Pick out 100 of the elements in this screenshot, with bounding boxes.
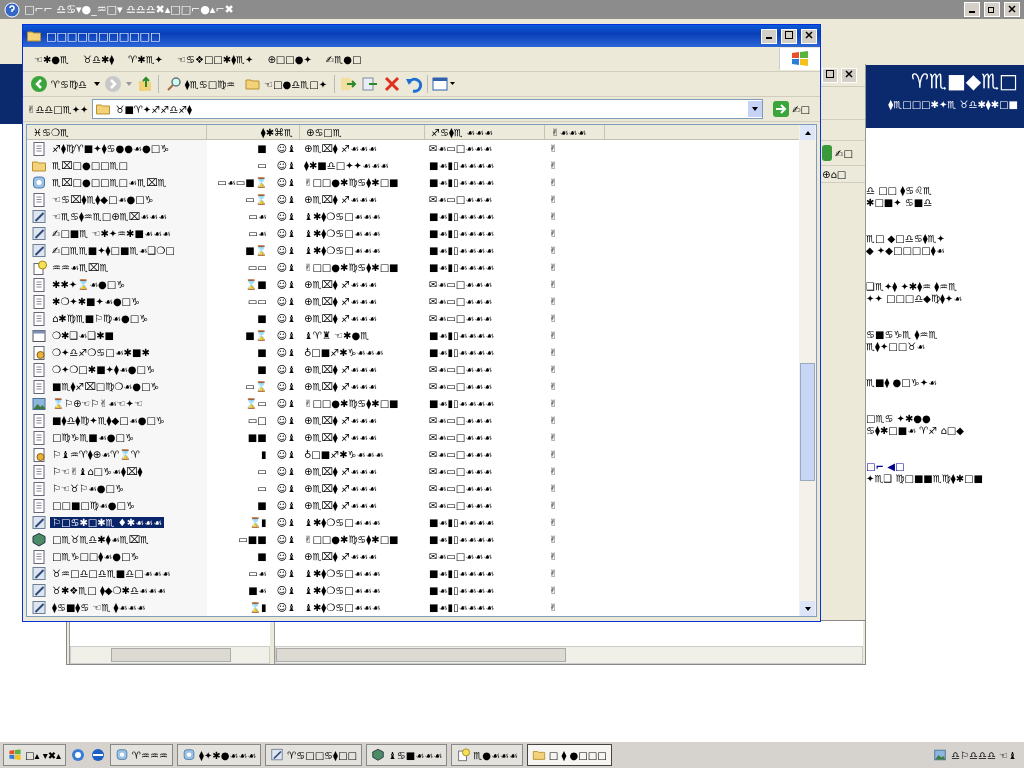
size-unit: ☺♝ bbox=[276, 143, 296, 154]
file-size: ▭ bbox=[257, 160, 267, 171]
taskbar-button[interactable]: ♏●☙☙☙ bbox=[451, 744, 523, 766]
windows-flag-icon bbox=[790, 50, 810, 68]
date-modified: ■☙▮▯☙☙☙☙ bbox=[429, 211, 495, 222]
close-button[interactable] bbox=[841, 67, 857, 83]
undo-icon[interactable] bbox=[405, 75, 423, 93]
size-unit: ☺♝ bbox=[276, 432, 296, 443]
menu-item[interactable]: ♈✱♏✦ bbox=[121, 51, 170, 67]
menu-item[interactable]: ✍♏●□ bbox=[318, 51, 369, 67]
menu-item[interactable]: ☜♋❖□□✱⧫♏✦ bbox=[170, 51, 261, 67]
caret-icon[interactable] bbox=[93, 82, 100, 86]
size-unit: ☺♝ bbox=[276, 262, 296, 273]
banner-title: ♈♏■◆♏□ bbox=[911, 69, 1018, 93]
date-modified: ✉☙▭□☙☙☙ bbox=[429, 364, 493, 375]
size-unit: ☺♝ bbox=[276, 279, 296, 290]
close-icon bbox=[845, 70, 853, 78]
menu-item[interactable]: ⊕□□●✦ bbox=[260, 51, 319, 67]
menu-item[interactable]: ☜✱●♏ bbox=[27, 51, 77, 67]
column-header[interactable]: ⧫✱⌘♏ bbox=[207, 125, 300, 139]
folders-button[interactable]: ☜□●♎♏□✦ bbox=[242, 75, 330, 93]
browser-icon[interactable] bbox=[70, 747, 87, 763]
minimize-button[interactable] bbox=[964, 2, 980, 17]
taskbar-button[interactable]: ♈♋□□♋⧫□□ bbox=[265, 744, 362, 766]
file-size: ▭☙▭■⌛ bbox=[217, 177, 267, 188]
attributes: ✌ bbox=[549, 313, 558, 324]
cube-icon bbox=[31, 531, 47, 548]
back-button[interactable]: ♈♋♍♎ bbox=[27, 74, 90, 94]
size-unit: ☺♝ bbox=[276, 551, 296, 562]
column-header[interactable]: ⊕♋□♏ bbox=[300, 125, 425, 139]
file-size: ▮ bbox=[261, 449, 267, 460]
scroll-up-icon bbox=[804, 130, 811, 135]
go-button[interactable]: ✍□ bbox=[767, 100, 816, 118]
paragraph: □♏♋ ✦✱●● ♋⧫✱□■☙ ♈♐ ⌂□◆ bbox=[866, 413, 965, 437]
address-field[interactable]: ♉■♈✦♐♐♎♐⧫ bbox=[92, 99, 764, 119]
start-button[interactable]: □▴ ▾✖▴ bbox=[3, 744, 67, 766]
close-button[interactable] bbox=[1004, 2, 1020, 17]
column-header[interactable]: ♐♋⧫♏ ☙☙☙ bbox=[425, 125, 545, 139]
views-icon[interactable] bbox=[432, 76, 456, 92]
dropdown-button[interactable] bbox=[748, 101, 763, 117]
file-type: ♝♈♜ ☜✱●♏ bbox=[304, 330, 370, 341]
paragraph: ❑♏✦⧫ ✦✱⧫♒ ⧫♒♏ ✦✦ □□□♎◆♍⧫✦☙ bbox=[866, 281, 964, 305]
column-header[interactable]: ✌☙☙☙ bbox=[545, 125, 605, 139]
folder-icon bbox=[245, 76, 262, 92]
date-modified: ✉☙▭□☙☙☙ bbox=[429, 381, 493, 392]
cube-icon bbox=[370, 748, 385, 762]
windows-flag-icon bbox=[8, 748, 22, 762]
size-unit: ☺♝ bbox=[276, 364, 296, 375]
browser-icon[interactable] bbox=[90, 747, 107, 763]
column-header[interactable]: ⊕⌂□ bbox=[822, 168, 847, 180]
pencil-icon bbox=[31, 582, 47, 599]
attributes: ✌ bbox=[549, 347, 558, 358]
file-size: ■ bbox=[257, 313, 267, 324]
close-button[interactable] bbox=[801, 28, 817, 44]
minimize-button[interactable] bbox=[761, 28, 777, 44]
date-modified: ■☙▮▯☙☙☙☙ bbox=[429, 160, 495, 171]
attributes: ✌ bbox=[549, 177, 558, 188]
maximize-button[interactable] bbox=[822, 67, 838, 83]
move-to-icon[interactable] bbox=[339, 75, 357, 93]
date-modified: ✉☙▭□☙☙☙ bbox=[429, 313, 493, 324]
file-size: ■ bbox=[257, 551, 267, 562]
maximize-button[interactable] bbox=[781, 28, 797, 44]
file-type: ⊕♏⌧⧫ ♐☙☙☙ bbox=[304, 296, 377, 307]
date-modified: ■☙▮▯☙☙☙☙ bbox=[429, 228, 495, 239]
date-modified: ■☙▮▯☙☙☙☙ bbox=[429, 585, 495, 596]
attributes: ✌ bbox=[549, 432, 558, 443]
size-unit: ☺♝ bbox=[276, 568, 296, 579]
file-type: ⊕♏⌧⧫ ♐☙☙☙ bbox=[304, 194, 377, 205]
file-size: ▭ bbox=[257, 466, 267, 477]
file-size: ▭▭ bbox=[247, 262, 267, 273]
file-name[interactable]: ⚐□♋✱□✱♏ ♦✱☙☙☙ bbox=[50, 517, 164, 528]
search-button[interactable]: ⧫♏♋□♍♒ bbox=[162, 75, 239, 93]
address-label: ✌♎♎□♏✦✦ bbox=[27, 103, 89, 115]
scrollbar[interactable] bbox=[799, 125, 816, 616]
restore-button[interactable] bbox=[984, 2, 1000, 17]
taskbar-button[interactable]: ⧫✦✱●☙☙☙ bbox=[176, 744, 262, 766]
date-modified: ■☙▮▯☙☙☙☙ bbox=[429, 330, 495, 341]
column-header[interactable]: ♓♋❍♏ bbox=[27, 125, 207, 139]
file-type: ♝✱⧫❍♋□☙☙☙ bbox=[304, 585, 381, 596]
taskbar-button[interactable]: ♈♒♒♒ bbox=[110, 744, 173, 766]
taskbar-button[interactable]: ♝♋■☙☙☙ bbox=[365, 744, 448, 766]
link[interactable]: □⌐ ◀□ bbox=[866, 461, 983, 473]
taskbar-button[interactable]: □ ⧫ ●□□□ bbox=[526, 744, 612, 766]
file-type: ♁□■♐✱♑☙☙☙ bbox=[304, 347, 384, 358]
date-modified: ■☙▮▯☙☙☙☙ bbox=[429, 262, 495, 273]
date-modified: ■☙▮▯☙☙☙☙ bbox=[429, 177, 495, 188]
background-window-title: □⌐⌐ ♎♋▾●_♒□▾ ♎♎♎✖▴□□⌐●▴⌐✖ bbox=[24, 3, 235, 16]
date-modified: ✉☙▭□☙☙☙ bbox=[429, 551, 493, 562]
scrollbar-thumb[interactable] bbox=[800, 363, 815, 481]
file-type: ⊕♏⌧⧫ ♐☙☙☙ bbox=[304, 432, 377, 443]
menu-item[interactable]: ♉♎✱⧫ bbox=[76, 51, 122, 67]
scrollbar[interactable] bbox=[275, 646, 863, 664]
scrollbar[interactable] bbox=[70, 646, 270, 664]
size-unit: ☺♝ bbox=[276, 381, 296, 392]
date-modified: ■☙▮▯☙☙☙☙ bbox=[429, 398, 495, 409]
go-label[interactable]: ✍□ bbox=[835, 147, 853, 159]
banner-edge bbox=[0, 64, 22, 124]
file-size: ■⌛ bbox=[245, 245, 267, 256]
copy-to-icon[interactable] bbox=[361, 75, 379, 93]
delete-icon[interactable] bbox=[383, 75, 401, 93]
